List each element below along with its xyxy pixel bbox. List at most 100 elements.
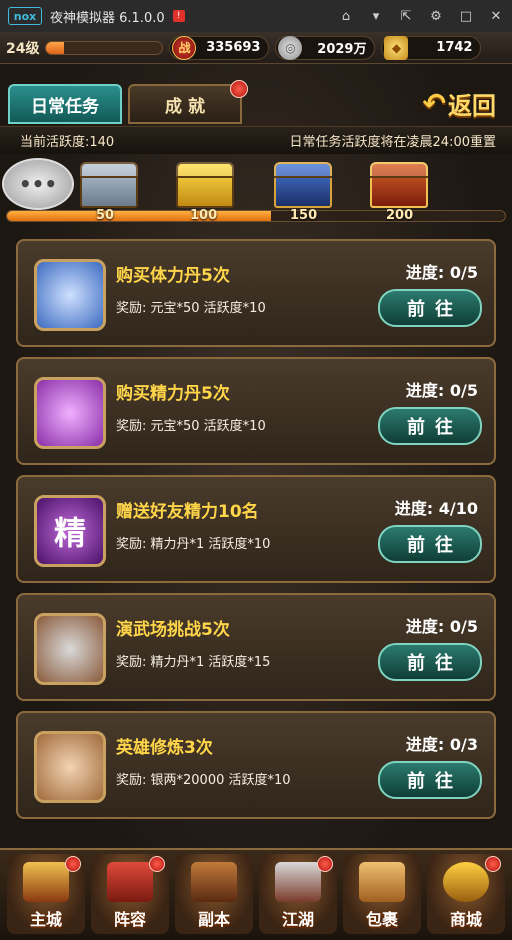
back-label: 返回 — [448, 92, 496, 120]
silver-chest-icon[interactable] — [80, 162, 138, 208]
jing-icon: 精 — [34, 495, 106, 567]
update-badge[interactable]: ! — [172, 10, 185, 22]
gold-value: 1742 — [436, 40, 473, 55]
power-display: 战 335693 — [169, 35, 270, 60]
task-title: 演武场挑战5次 — [116, 620, 230, 640]
hero-portrait-icon — [34, 731, 106, 803]
red-chest-icon[interactable] — [370, 162, 428, 208]
task-card: 购买体力丹5次 奖励: 元宝*50 活跃度*10 进度: 0/5 前往 — [16, 239, 496, 347]
reset-note: 日常任务活跃度将在凌晨24:00重置 — [289, 135, 496, 150]
nav-label: 阵容 — [113, 910, 146, 929]
power-value: 335693 — [206, 40, 261, 55]
back-button[interactable]: ↶ 返回 — [423, 86, 496, 121]
exp-bar — [45, 40, 164, 55]
nav-label: 商城 — [449, 910, 482, 929]
activity-rewards: ••• 50 100 150 200 — [0, 154, 512, 234]
notification-dot — [149, 856, 165, 872]
task-reward: 奖励: 元宝*50 活跃度*10 — [116, 301, 266, 316]
gold-display[interactable]: ◆ 1742 — [381, 35, 482, 60]
nav-label: 主城 — [29, 910, 62, 929]
activity-progress-bar — [6, 210, 506, 222]
task-progress: 进度: 0/3 — [405, 735, 478, 754]
back-arrow-icon: ↶ — [422, 87, 446, 120]
notification-dot — [65, 856, 81, 872]
task-reward: 奖励: 精力丹*1 活跃度*15 — [116, 655, 271, 670]
tab-achievements[interactable]: 成 就 — [128, 80, 248, 124]
gold-ingot-icon: ◆ — [384, 35, 409, 60]
palace-icon — [23, 862, 69, 902]
chat-icon[interactable]: ••• — [2, 158, 74, 210]
lineup-icon — [107, 862, 153, 902]
task-progress: 进度: 0/5 — [405, 381, 478, 400]
silver-coin-icon: ◎ — [278, 35, 303, 60]
milestone-label: 50 — [96, 208, 115, 223]
milestone-label: 200 — [386, 208, 414, 223]
settings-icon[interactable]: ⚙ — [428, 9, 444, 24]
task-title: 购买精力丹5次 — [116, 384, 230, 404]
gold-chest-icon[interactable] — [176, 162, 234, 208]
activity-info: 当前活跃度:140 日常任务活跃度将在凌晨24:00重置 — [0, 126, 512, 154]
restore-icon[interactable]: □ — [458, 9, 474, 24]
nav-label: 江湖 — [281, 910, 314, 929]
nav-label: 副本 — [197, 910, 230, 929]
silver-display[interactable]: ◎ 2029万 — [275, 35, 376, 60]
goto-button[interactable]: 前往 — [378, 525, 482, 563]
goto-button[interactable]: 前往 — [378, 407, 482, 445]
notification-dot — [230, 80, 248, 98]
dungeon-icon — [191, 862, 237, 902]
milestone-label: 100 — [190, 208, 218, 223]
task-reward: 奖励: 精力丹*1 活跃度*10 — [116, 537, 271, 552]
nav-lineup[interactable]: 阵容 — [91, 854, 169, 934]
goto-button[interactable]: 前往 — [378, 643, 482, 681]
goto-button[interactable]: 前往 — [378, 761, 482, 799]
task-card: 演武场挑战5次 奖励: 精力丹*1 活跃度*15 进度: 0/5 前往 — [16, 593, 496, 701]
bag-icon — [359, 862, 405, 902]
task-card: 精 赠送好友精力10名 奖励: 精力丹*1 活跃度*10 进度: 4/10 前往 — [16, 475, 496, 583]
window-controls: ⌂ ▾ ⇱ ⚙ □ ✕ — [338, 9, 504, 24]
task-title: 购买体力丹5次 — [116, 266, 230, 286]
activity-progress-fill — [7, 211, 271, 221]
crossed-swords-icon — [34, 613, 106, 685]
blue-bottle-icon — [34, 259, 106, 331]
blue-chest-icon[interactable] — [274, 162, 332, 208]
app-title: 夜神模拟器 6.1.0.0 — [50, 10, 165, 26]
player-level: 24级 — [6, 40, 40, 57]
current-activity: 当前活跃度:140 — [20, 135, 115, 150]
nav-bag[interactable]: 包裹 — [343, 854, 421, 934]
task-reward: 奖励: 元宝*50 活跃度*10 — [116, 419, 266, 434]
shop-icon — [443, 862, 489, 902]
task-list: 购买体力丹5次 奖励: 元宝*50 活跃度*10 进度: 0/5 前往 购买精力… — [16, 239, 496, 829]
task-reward: 奖励: 银两*20000 活跃度*10 — [116, 773, 291, 788]
bottom-nav: 主城 阵容 副本 江湖 包裹 商城 — [0, 848, 512, 940]
task-title: 英雄修炼3次 — [116, 738, 213, 758]
nav-shop[interactable]: 商城 — [427, 854, 505, 934]
purple-bottle-icon — [34, 377, 106, 449]
exp-fill — [46, 41, 64, 54]
nav-label: 包裹 — [365, 910, 398, 929]
task-panel: 日常任务 成 就 ↶ 返回 当前活跃度:140 日常任务活跃度将在凌晨24:00… — [0, 64, 512, 940]
milestone-label: 150 — [290, 208, 318, 223]
notification-dot — [485, 856, 501, 872]
task-progress: 进度: 0/5 — [405, 617, 478, 636]
emulator-titlebar: nox 夜神模拟器 6.1.0.0 ! ⌂ ▾ ⇱ ⚙ □ ✕ — [0, 0, 512, 32]
goto-button[interactable]: 前往 — [378, 289, 482, 327]
battle-power-icon: 战 — [172, 35, 197, 60]
notification-dot — [317, 856, 333, 872]
task-progress: 进度: 0/5 — [405, 263, 478, 282]
pin-icon[interactable]: ⇱ — [398, 9, 414, 24]
tab-daily-tasks[interactable]: 日常任务 — [8, 84, 122, 124]
task-progress: 进度: 4/10 — [394, 499, 478, 518]
nav-main-city[interactable]: 主城 — [7, 854, 85, 934]
close-icon[interactable]: ✕ — [488, 9, 504, 24]
tab-achievements-label: 成 就 — [165, 96, 205, 117]
nox-logo: nox — [8, 7, 42, 25]
resource-bar: 24级 战 335693 ◎ 2029万 ◆ 1742 — [0, 32, 512, 64]
task-title: 赠送好友精力10名 — [116, 502, 259, 522]
menu-icon[interactable]: ⌂ — [338, 9, 354, 24]
jianghu-icon — [275, 862, 321, 902]
minimize-window-icon[interactable]: ▾ — [368, 9, 384, 24]
nav-dungeon[interactable]: 副本 — [175, 854, 253, 934]
nav-jianghu[interactable]: 江湖 — [259, 854, 337, 934]
task-card: 购买精力丹5次 奖励: 元宝*50 活跃度*10 进度: 0/5 前往 — [16, 357, 496, 465]
task-card: 英雄修炼3次 奖励: 银两*20000 活跃度*10 进度: 0/3 前往 — [16, 711, 496, 819]
